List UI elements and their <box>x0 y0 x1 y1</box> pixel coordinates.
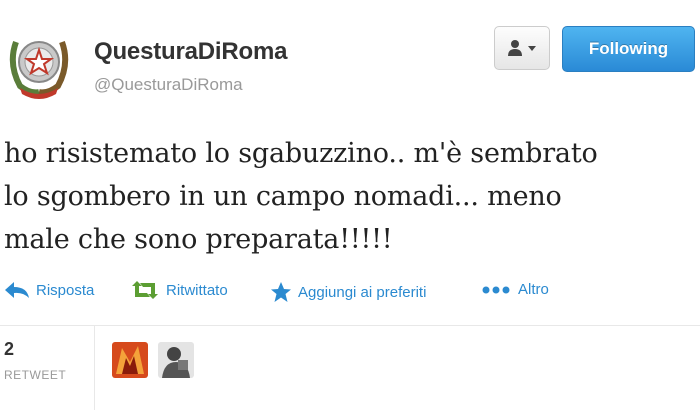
retweet-count[interactable]: 2 <box>4 339 14 360</box>
retweeter-avatar-image <box>158 342 194 378</box>
following-button[interactable]: Following <box>562 26 695 72</box>
username-handle[interactable]: @QuesturaDiRoma <box>94 75 243 95</box>
more-action[interactable]: Altro <box>482 281 549 298</box>
retweet-label: Ritwittato <box>166 281 228 299</box>
reply-action[interactable]: Risposta <box>4 281 94 299</box>
retweeter-avatar[interactable] <box>112 342 148 378</box>
tweet-stats: 2 RETWEET <box>0 326 700 410</box>
dots-icon <box>482 286 510 293</box>
star-icon <box>271 282 291 302</box>
reply-label: Risposta <box>36 281 95 299</box>
favorite-label: Aggiungi ai preferiti <box>298 283 427 301</box>
more-label: Altro <box>518 281 549 298</box>
display-name[interactable]: QuesturaDiRoma <box>94 38 287 66</box>
tweet-text-line: lo sgombero in un campo nomadi... meno <box>4 181 562 212</box>
reply-arrow-icon <box>5 282 29 298</box>
retweeter-avatar-image <box>112 342 148 378</box>
avatar[interactable] <box>6 24 72 100</box>
retweet-icon <box>132 281 158 299</box>
italian-emblem-icon <box>9 40 69 99</box>
user-actions-dropdown[interactable] <box>494 26 550 70</box>
user-dropdown-icon <box>508 40 536 56</box>
retweet-action[interactable]: Ritwittato <box>130 281 228 299</box>
tweet-text-line: ho risistemato lo sgabuzzino.. m'è sembr… <box>4 138 598 169</box>
favorite-action[interactable]: Aggiungi ai preferiti <box>270 281 426 303</box>
tweet-text: ho risistemato lo sgabuzzino.. m'è sembr… <box>4 132 694 261</box>
retweeter-avatar[interactable] <box>158 342 194 378</box>
tweet-card: QuesturaDiRoma @QuesturaDiRoma Following… <box>0 0 700 410</box>
tweet-text-line: male che sono preparata!!!!! <box>4 224 393 255</box>
retweet-count-label: RETWEET <box>4 368 67 382</box>
stats-divider <box>94 326 95 410</box>
